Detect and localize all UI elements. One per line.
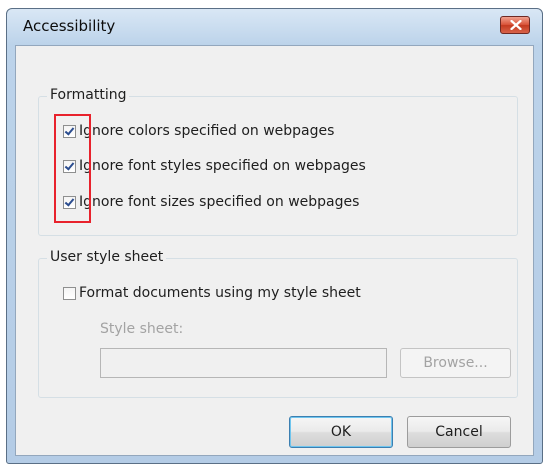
ignore-font-sizes-option[interactable]: Ignore font sizes specified on webpages (63, 192, 359, 212)
use-style-sheet-label[interactable]: Format documents using my style sheet (79, 285, 361, 301)
close-button[interactable] (500, 16, 530, 34)
browse-button[interactable]: Browse... (400, 348, 511, 378)
ok-button[interactable]: OK (289, 416, 393, 448)
style-sheet-label: Style sheet: (100, 321, 184, 337)
ignore-font-sizes-label[interactable]: Ignore font sizes specified on webpages (79, 194, 359, 210)
user-style-sheet-group-label: User style sheet (47, 249, 167, 265)
use-style-sheet-checkbox[interactable] (63, 286, 76, 300)
ignore-colors-label[interactable]: Ignore colors specified on webpages (79, 123, 334, 139)
title-bar[interactable]: Accessibility (7, 9, 542, 43)
dialog-body: Formatting Ignore colors specified on we… (15, 45, 534, 456)
accessibility-dialog: Accessibility Formatting Ignore colors s… (6, 8, 543, 464)
formatting-group-label: Formatting (47, 87, 130, 103)
checkbox-highlight-box (54, 114, 91, 223)
ignore-font-styles-option[interactable]: Ignore font styles specified on webpages (63, 156, 366, 176)
cancel-button[interactable]: Cancel (407, 416, 511, 448)
ignore-font-styles-label[interactable]: Ignore font styles specified on webpages (79, 158, 366, 174)
ignore-colors-option[interactable]: Ignore colors specified on webpages (63, 121, 334, 141)
close-icon (510, 20, 522, 30)
style-sheet-input[interactable] (100, 348, 387, 378)
dialog-title: Accessibility (23, 17, 116, 35)
use-style-sheet-option[interactable]: Format documents using my style sheet (63, 283, 361, 303)
